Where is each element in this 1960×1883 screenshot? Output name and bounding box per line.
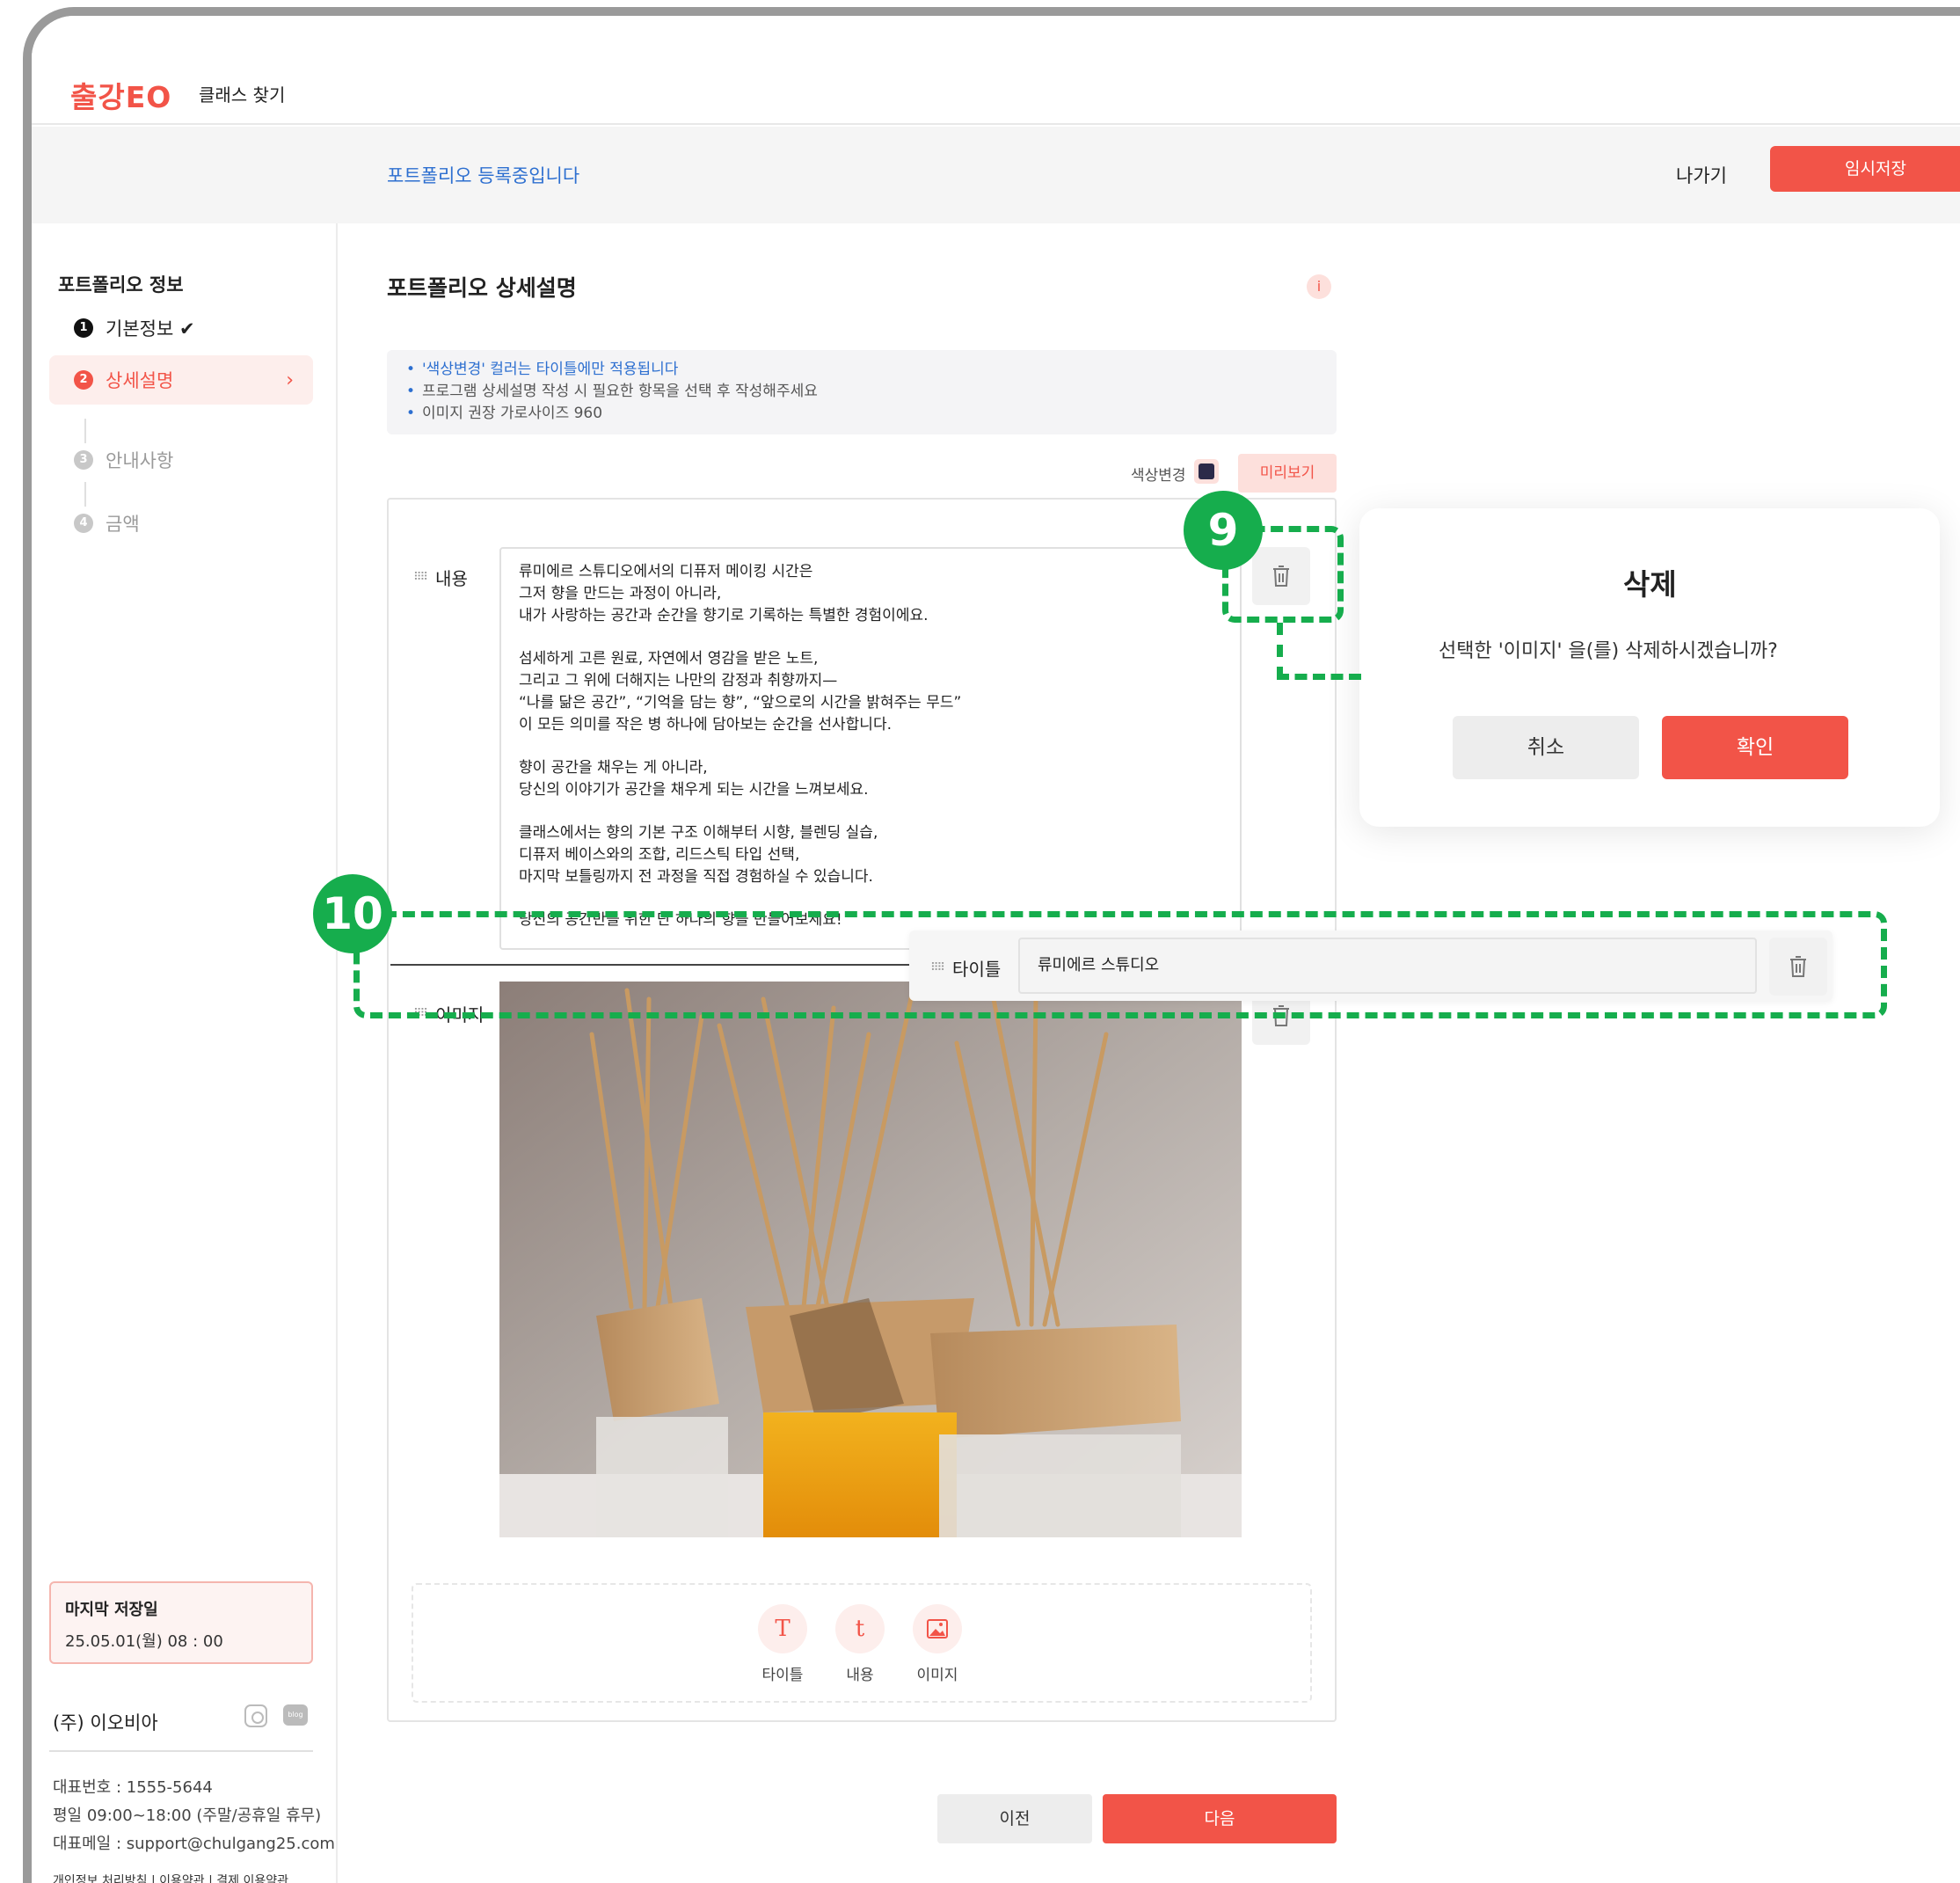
dialog-cancel-button[interactable]: 취소 — [1453, 716, 1639, 779]
sidebar-heading: 포트폴리오 정보 — [58, 274, 184, 296]
last-save-value: 25.05.01(월) 08 : 00 — [65, 1632, 223, 1651]
step-label: 안내사항 — [106, 450, 174, 471]
temp-save-button[interactable]: 임시저장 — [1770, 146, 1960, 192]
content-line: 류미에르 스튜디오에서의 디퓨저 메이킹 시간은 — [519, 563, 813, 580]
step-connector — [84, 482, 86, 507]
image-icon — [913, 1604, 962, 1653]
add-title-button[interactable]: T 타이틀 — [756, 1604, 809, 1684]
content-line: 향이 공간을 채우는 게 아니라, — [519, 759, 708, 777]
step-number: 2 — [74, 370, 93, 390]
content-line: 마지막 보틀링까지 전 과정을 직접 경험하실 수 있습니다. — [519, 868, 873, 886]
content-line: “나를 닮은 공간”, “기억을 담는 향”, “앞으로의 시간을 밝혀주는 무… — [519, 694, 962, 712]
instagram-icon[interactable] — [244, 1704, 267, 1727]
phone-number: 대표번호 : 1555-5644 — [53, 1778, 213, 1797]
step-label: 기본정보 ✔ — [106, 318, 195, 339]
step-guidelines[interactable]: 3 안내사항 — [74, 447, 173, 473]
content-line: 그리고 그 위에 더해지는 나만의 감정과 취향까지— — [519, 672, 838, 690]
drag-handle-icon[interactable]: ⠿⠿ — [413, 571, 428, 584]
content-line: 그저 향을 만드는 과정이 아니라, — [519, 585, 722, 602]
delete-dialog — [1359, 508, 1940, 827]
logo[interactable]: 출강EO — [70, 74, 171, 116]
step-number: 1 — [74, 318, 93, 338]
last-save-card: 마지막 저장일 25.05.01(월) 08 : 00 — [49, 1581, 313, 1664]
diffuser-photo — [499, 982, 1242, 1537]
footer-links[interactable]: 개인정보 처리방침 | 이용약관 | 결제 이용약관 — [53, 1872, 288, 1883]
color-change-label: 색상변경 — [1131, 467, 1186, 485]
add-image-label: 이미지 — [916, 1667, 958, 1684]
text-t-icon: T — [758, 1604, 807, 1653]
content-line: 이 모든 의미를 작은 병 하나에 담아보는 순간을 선사합니다. — [519, 716, 892, 733]
app-window: 출강EO 클래스 찾기 포트폴리오 등록중입니다 나가기 임시저장 포트폴리오 … — [23, 7, 1960, 1883]
next-button[interactable]: 다음 — [1103, 1794, 1337, 1843]
annotation-connector — [1277, 674, 1361, 680]
last-save-title: 마지막 저장일 — [65, 1601, 158, 1619]
content-line: 클래스에서는 향의 기본 구조 이해부터 시향, 블렌딩 실습, — [519, 824, 878, 842]
page-title: 포트폴리오 상세설명 — [387, 275, 577, 301]
add-image-button[interactable]: 이미지 — [911, 1604, 964, 1684]
step-connector — [84, 419, 86, 443]
diffuser-image[interactable] — [499, 982, 1242, 1537]
notice-box: '색상변경' 컬러는 타이틀에만 적용됩니다 프로그램 상세설명 작성 시 필요… — [387, 350, 1337, 434]
info-icon[interactable]: i — [1307, 274, 1331, 299]
contact-email[interactable]: 대표메일 : support@chulgang25.com — [53, 1831, 335, 1854]
content-line: 당신의 이야기가 공간을 채우게 되는 시간을 느껴보세요. — [519, 781, 869, 799]
dialog-message: 선택한 '이미지' 을(를) 삭제하시겠습니까? — [1439, 640, 1778, 662]
company-name: (주) 이오비아 — [53, 1712, 158, 1733]
chevron-right-icon: › — [286, 369, 294, 391]
notice-item: 이미지 권장 가로사이즈 960 — [406, 403, 1317, 425]
annotation-badge-9: 9 — [1184, 491, 1263, 570]
preview-button[interactable]: 미리보기 — [1238, 454, 1337, 493]
content-line: 디퓨저 베이스와의 조합, 리드스틱 타입 선택, — [519, 846, 800, 864]
prev-button[interactable]: 이전 — [937, 1794, 1092, 1843]
exit-button[interactable]: 나가기 — [1676, 162, 1727, 188]
content-textarea[interactable]: 류미에르 스튜디오에서의 디퓨저 메이킹 시간은 그저 향을 만드는 과정이 아… — [499, 547, 1242, 950]
content-label-text: 내용 — [435, 568, 468, 589]
content-line: 내가 사랑하는 공간과 순간을 향기로 기록하는 특별한 경험이에요. — [519, 607, 929, 624]
annotation-box-10 — [353, 911, 1887, 1018]
annotation-badge-10: 10 — [313, 874, 392, 953]
content-line: 섬세하게 고른 원료, 자연에서 영감을 받은 노트, — [519, 650, 819, 668]
step-price[interactable]: 4 금액 — [74, 510, 140, 536]
sub-header — [32, 127, 1960, 223]
text-small-t-icon: t — [835, 1604, 885, 1653]
blog-icon[interactable]: blog — [283, 1704, 308, 1726]
sidebar-divider — [49, 1750, 313, 1752]
registering-status: 포트폴리오 등록중입니다 — [387, 165, 580, 186]
content-block-label[interactable]: ⠿⠿ 내용 — [413, 565, 468, 590]
step-number: 4 — [74, 514, 93, 533]
add-title-label: 타이틀 — [761, 1667, 804, 1684]
step-number: 3 — [74, 450, 93, 470]
step-label: 금액 — [106, 514, 140, 535]
annotation-connector — [1277, 623, 1283, 679]
notice-item: 프로그램 상세설명 작성 시 필요한 항목을 선택 후 작성해주세요 — [406, 381, 1317, 403]
top-navbar — [32, 16, 1960, 125]
nav-find-class[interactable]: 클래스 찾기 — [199, 81, 285, 106]
dialog-title: 삭제 — [1623, 567, 1677, 602]
step-detail-description[interactable]: 2 상세설명 › — [49, 355, 313, 405]
notice-item: '색상변경' 컬러는 타이틀에만 적용됩니다 — [406, 359, 1317, 381]
add-content-button[interactable]: t 내용 — [834, 1604, 886, 1684]
color-swatch[interactable] — [1194, 459, 1219, 484]
step-label: 상세설명 — [106, 370, 174, 391]
step-basic-info[interactable]: 1 기본정보 ✔ — [74, 315, 195, 341]
business-hours: 평일 09:00~18:00 (주말/공휴일 휴무) — [53, 1806, 322, 1825]
dialog-confirm-button[interactable]: 확인 — [1662, 716, 1848, 779]
add-content-label: 내용 — [846, 1667, 874, 1684]
